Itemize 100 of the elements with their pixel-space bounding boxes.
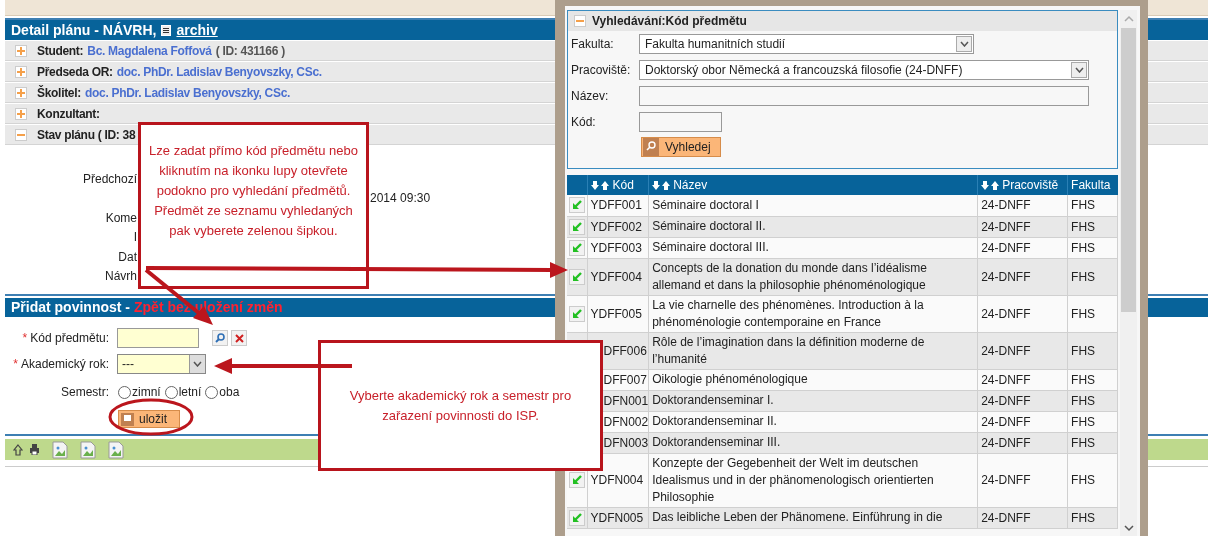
save-icon <box>121 412 134 426</box>
table-cell: Oikologie phénoménologique <box>648 369 978 390</box>
required-mark: * <box>13 356 18 373</box>
radio-button[interactable] <box>118 385 131 399</box>
broken-image-icon[interactable] <box>52 440 68 459</box>
field-label: Předchozí <box>82 171 137 186</box>
pick-button[interactable] <box>569 472 585 488</box>
pick-button[interactable] <box>569 509 585 526</box>
table-cell: FHS <box>1067 195 1118 216</box>
arrow-icon <box>572 271 582 282</box>
table-cell: FHS <box>1067 390 1118 411</box>
pick-button[interactable] <box>569 239 585 256</box>
pick-button[interactable] <box>569 218 585 235</box>
search-icon <box>643 138 659 156</box>
table-cell: YDFF004 <box>587 258 649 295</box>
panel-title: Vyhledávání:Kód předmětu <box>592 13 747 30</box>
table-cell: Séminaire doctoral II. <box>648 216 978 237</box>
close-icon <box>234 333 244 343</box>
table-cell: Concepts de la donation du monde dans l’idéalisme allemand et dans la philosophie phénoménologique <box>648 258 978 295</box>
section-label: Student: <box>37 42 84 60</box>
arrow-icon <box>572 308 582 319</box>
column-header[interactable]: Pracoviště <box>977 175 1068 195</box>
table-cell: Doktorandenseminar II. <box>648 411 978 432</box>
select-field[interactable]: Fakulta humanitních studií <box>639 34 974 54</box>
table-cell: YDFF002 <box>587 216 649 237</box>
collapse-icon[interactable] <box>15 128 27 141</box>
table-cell: FHS <box>1067 237 1118 258</box>
table-cell: FHS <box>1067 332 1118 369</box>
callout-text: Lze zadat přímo kód předmětu nebo kliknutím na ikonku lupy otevřete podokno pro vyhledání předmětů. Předmět ze seznamu vyhledaných pak vyberete zelenou šipkou. <box>148 142 359 240</box>
collapse-icon[interactable] <box>574 15 586 27</box>
person-link[interactable]: Bc. Magdalena Foffová <box>87 41 212 60</box>
field-label: I <box>133 230 137 245</box>
field-label: Pracoviště: <box>571 62 632 79</box>
field-label: Dat <box>118 249 137 264</box>
table-cell: Rôle de l’imagination dans la définition moderne de l’humanité <box>648 332 978 369</box>
table-cell: 24-DNFF <box>977 237 1068 258</box>
sort-icon[interactable] <box>591 181 610 191</box>
person-link[interactable]: doc. PhDr. Ladislav Benyovszky, CSc. <box>85 83 291 102</box>
pick-button[interactable] <box>569 268 585 285</box>
id-text: ( ID: 431166 ) <box>215 42 285 60</box>
expand-icon[interactable] <box>15 65 27 78</box>
pick-button[interactable] <box>569 197 585 214</box>
select-field[interactable]: --- <box>117 354 206 374</box>
expand-icon[interactable] <box>15 107 27 120</box>
table-cell: FHS <box>1067 411 1118 432</box>
column-header[interactable]: Kód <box>587 175 649 195</box>
table-cell: Doktorandenseminar I. <box>648 390 978 411</box>
archive-link[interactable]: archiv <box>176 19 218 41</box>
expand-icon[interactable] <box>15 86 27 99</box>
search-button[interactable]: Vyhledej <box>641 137 721 157</box>
radio-button[interactable] <box>205 385 219 399</box>
expand-icon[interactable] <box>15 44 27 57</box>
sort-icon[interactable] <box>981 181 1000 191</box>
column-header[interactable]: Název <box>648 175 978 195</box>
section-label: Konzultant: <box>37 105 100 123</box>
table-cell: 24-DNFF <box>977 390 1068 411</box>
table-cell: Konzepte der Gegebenheit der Welt im deutschen Idealismus und in der phänomenologisch orientierten Philosophie <box>648 453 978 507</box>
scroll-thumb[interactable] <box>1121 28 1136 312</box>
up-icon[interactable] <box>13 443 23 456</box>
search-button[interactable] <box>212 330 228 346</box>
search-icon <box>215 333 225 343</box>
field-label: Kome <box>105 210 137 225</box>
table-cell: 24-DNFF <box>977 453 1068 507</box>
chevron-icon[interactable] <box>1071 62 1087 78</box>
scrollbar[interactable] <box>1120 10 1137 536</box>
arrow-icon <box>572 475 582 485</box>
printer-icon[interactable] <box>29 444 40 455</box>
table-cell: Doktorandenseminar III. <box>648 432 978 453</box>
table-cell: La vie charnelle des phénomènes. Introduction à la phénoménologie contemporaine en France <box>648 295 978 332</box>
broken-image-icon[interactable] <box>80 440 96 459</box>
select-field[interactable]: Doktorský obor Německá a francouzská filosofie (24-DNFF) <box>639 60 1089 80</box>
table-cell: YDFF005 <box>587 295 649 332</box>
chevron-icon[interactable] <box>189 355 205 373</box>
input-field[interactable] <box>639 112 722 132</box>
table-cell: 24-DNFF <box>977 258 1068 295</box>
table-cell: 24-DNFF <box>977 216 1068 237</box>
input-field[interactable] <box>117 328 199 348</box>
table-cell: 24-DNFF <box>977 507 1068 528</box>
table-cell: Séminaire doctoral III. <box>648 237 978 258</box>
panel-title: Přidat povinnost - <box>11 298 130 317</box>
chevron-icon[interactable] <box>956 36 972 52</box>
option-label: zimní <box>132 384 161 401</box>
table-cell: Das leibliche Leben der Phänomene. Einführung in die <box>648 507 978 528</box>
option-label: letní <box>178 384 202 401</box>
save-button[interactable]: uložit <box>118 410 180 428</box>
broken-image-icon[interactable] <box>108 440 124 459</box>
table-cell: FHS <box>1067 453 1118 507</box>
table-cell: 24-DNFF <box>977 332 1068 369</box>
radio-button[interactable] <box>164 385 178 399</box>
clear-button[interactable] <box>231 330 247 346</box>
pick-button[interactable] <box>569 305 585 322</box>
person-link[interactable]: doc. PhDr. Ladislav Benyovszky, CSc. <box>116 62 322 81</box>
option-label: oba <box>219 384 240 401</box>
column-header[interactable]: Fakulta <box>1067 175 1118 195</box>
table-cell: YDFN005 <box>587 507 649 528</box>
section-label: Školitel: <box>37 84 81 102</box>
input-field[interactable] <box>639 86 1089 106</box>
column-header <box>567 175 588 195</box>
table-cell: FHS <box>1067 216 1118 237</box>
sort-icon[interactable] <box>652 181 671 191</box>
